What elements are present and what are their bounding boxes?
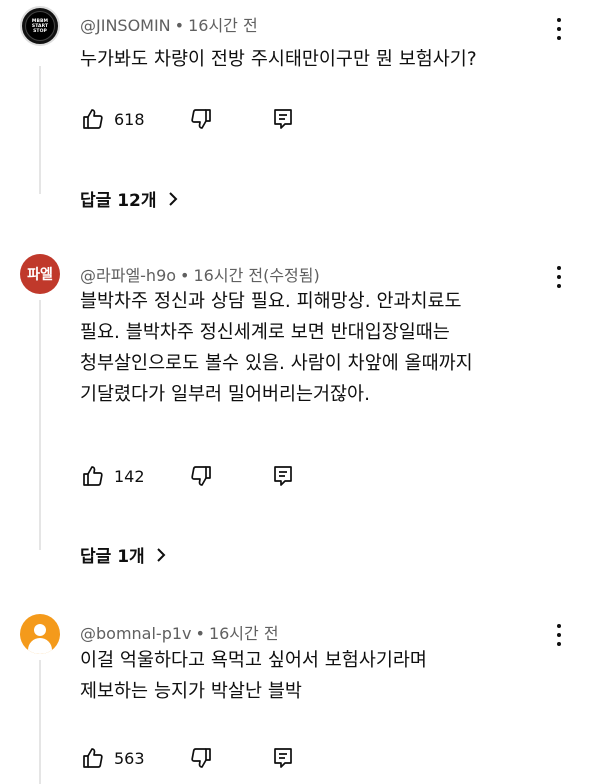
comment-actions: 563 (80, 743, 296, 773)
like-icon[interactable] (80, 106, 106, 132)
comment-time[interactable]: 16시간 전 (188, 16, 258, 35)
comment-author[interactable]: @JINSOMIN (80, 16, 171, 35)
comment-text: 블박차주 정신과 상담 필요. 피해망상. 안과치료도 필요. 블박차주 정신세… (80, 291, 473, 405)
reply-icon[interactable] (270, 463, 296, 489)
avatar[interactable]: 파엘 (20, 254, 60, 294)
comment-author[interactable]: @bomnal-p1v (80, 624, 192, 643)
comment-actions: 618 (80, 104, 296, 134)
like-icon[interactable] (80, 745, 106, 771)
comment-actions: 142 (80, 461, 296, 491)
more-options-icon[interactable] (556, 624, 562, 646)
comment-time[interactable]: 16시간 전 (209, 624, 279, 643)
dislike-icon[interactable] (188, 745, 214, 771)
comment-author[interactable]: @라파엘-h9o (80, 266, 176, 285)
like-count: 563 (114, 748, 145, 768)
like-count: 142 (114, 466, 145, 486)
comment-time[interactable]: 16시간 전(수정됨) (193, 266, 319, 285)
avatar[interactable] (20, 614, 60, 654)
reply-thread-line (39, 300, 41, 550)
comment-text: 누가봐도 차량이 전방 주시태만이구만 뭔 보험사기? (80, 49, 477, 70)
channel-logo-icon: MBBM START STOP (31, 18, 49, 34)
replies-toggle[interactable]: 답글 12개 (80, 186, 179, 211)
dislike-icon[interactable] (188, 106, 214, 132)
chevron-right-icon (167, 191, 179, 207)
reply-thread-line (39, 66, 41, 194)
like-count: 618 (114, 109, 145, 129)
more-options-icon[interactable] (556, 266, 562, 288)
more-options-icon[interactable] (556, 18, 562, 40)
comment-meta: @bomnal-p1v • 16시간 전 (80, 624, 279, 643)
comment-meta: @라파엘-h9o • 16시간 전(수정됨) (80, 266, 320, 285)
dislike-icon[interactable] (188, 463, 214, 489)
reply-icon[interactable] (270, 106, 296, 132)
like-icon[interactable] (80, 463, 106, 489)
avatar[interactable]: MBBM START STOP (20, 6, 60, 46)
comment-meta: @JINSOMIN • 16시간 전 (80, 16, 258, 35)
chevron-right-icon (155, 547, 167, 563)
reply-thread-line (39, 660, 41, 784)
replies-toggle[interactable]: 답글 1개 (80, 542, 167, 567)
comment-text: 이걸 억울하다고 욕먹고 싶어서 보험사기라며 제보하는 능지가 박살난 블박 (80, 650, 427, 702)
reply-icon[interactable] (270, 745, 296, 771)
